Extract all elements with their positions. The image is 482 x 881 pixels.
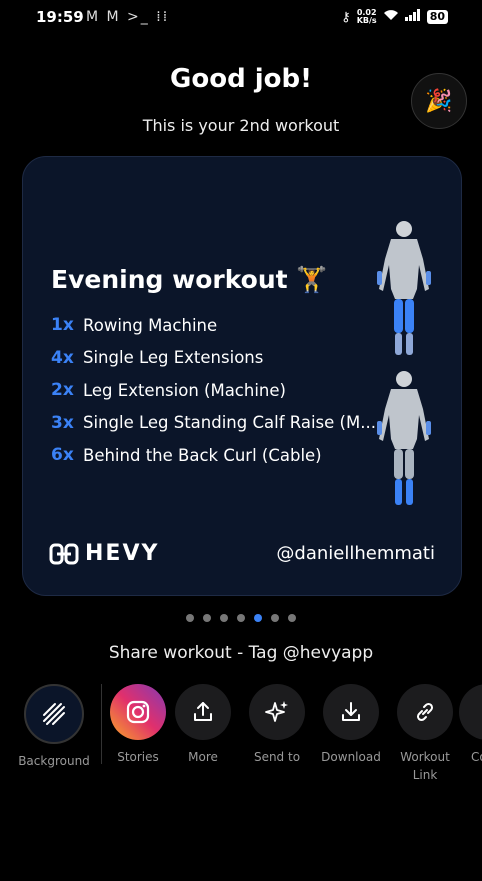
more-button[interactable]: More [163,684,243,766]
exercise-list: 1x Rowing Machine 4x Single Leg Extensions… [51,309,376,472]
battery-icon: 80 [426,10,448,24]
exercise-count: 6x [51,445,74,466]
hevy-logo-text: HEVY [85,541,160,566]
more-circle[interactable] [175,684,231,740]
workout-share-card[interactable]: Evening workout 🏋 1x Rowing Machine 4x Sin… [22,156,462,596]
exercise-item: 6x Behind the Back Curl (Cable) [51,439,376,472]
network-speed: 0.02 KB/s [357,9,377,25]
share-upload-icon [194,702,212,721]
exercise-count: 2x [51,380,74,401]
exercise-item: 2x Leg Extension (Machine) [51,374,376,407]
status-time: 19:59 [36,8,84,26]
party-popper-icon: 🎉 [425,88,453,114]
pager-dot[interactable] [220,614,228,622]
status-bar: 19:59 M M >_ ⁞⁞ ⚷ 0.02 KB/s 80 [0,0,482,36]
notification-icons: M M >_ ⁞⁞ [86,9,170,25]
exercise-count: 1x [51,315,74,336]
exercise-name: Behind the Back Curl (Cable) [83,445,322,465]
pager-dots[interactable] [0,614,482,622]
pager-dot[interactable] [186,614,194,622]
party-popper-button[interactable]: 🎉 [411,73,467,129]
pager-dot[interactable] [271,614,279,622]
exercise-name: Rowing Machine [83,315,218,335]
background-label: Background [18,754,90,768]
hevy-logo: HEVY [49,541,159,566]
background-button[interactable]: Background [14,684,94,770]
wifi-icon [383,9,399,25]
workout-title: Evening workout 🏋 [51,265,328,294]
workout-link-circle[interactable] [397,684,453,740]
user-handle: @daniellhemmati [276,543,435,564]
exercise-name: Single Leg Standing Calf Raise (M... [83,413,376,433]
pager-dot-active[interactable] [254,614,262,622]
status-right: ⚷ 0.02 KB/s 80 [341,9,448,25]
hevy-logo-icon [49,543,79,564]
background-circle[interactable] [24,684,84,744]
more-label: More [188,750,218,764]
exercise-item: 1x Rowing Machine [51,309,376,342]
copy-circle[interactable] [459,684,482,740]
pager-dot[interactable] [237,614,245,622]
workout-link-label: Workout Link [400,750,450,782]
exercise-item: 4x Single Leg Extensions [51,342,376,375]
copy-button[interactable]: Co [459,684,482,766]
pager-dot[interactable] [203,614,211,622]
download-label: Download [321,750,381,764]
exercise-name: Single Leg Extensions [83,348,264,368]
page-title: Good job! [170,64,312,94]
download-circle[interactable] [323,684,379,740]
instagram-icon [126,700,150,724]
speed-unit: KB/s [356,16,377,25]
share-title: Share workout - Tag @hevyapp [108,643,374,663]
send-to-circle[interactable] [249,684,305,740]
copy-label: Co [471,750,482,764]
signal-icon [404,9,421,25]
key-icon: ⚷ [341,9,351,25]
exercise-count: 3x [51,412,74,433]
pager-dot[interactable] [288,614,296,622]
page-subtitle: This is your 2nd workout [142,116,340,135]
workout-link-button[interactable]: Workout Link [385,684,465,784]
exercise-name: Leg Extension (Machine) [83,380,286,400]
download-button[interactable]: Download [311,684,391,766]
download-icon [342,702,360,721]
body-front-muscle-map [377,221,431,355]
sparkles-icon [265,701,288,722]
send-to-label: Send to [253,750,301,764]
diagonal-lines-icon [43,703,65,725]
stories-label: Stories [117,750,159,764]
send-to-button[interactable]: Send to [237,684,317,766]
exercise-item: 3x Single Leg Standing Calf Raise (M... [51,407,376,440]
link-icon [416,702,434,722]
body-back-muscle-map [377,371,431,505]
stories-circle[interactable] [110,684,166,740]
exercise-count: 4x [51,347,74,368]
